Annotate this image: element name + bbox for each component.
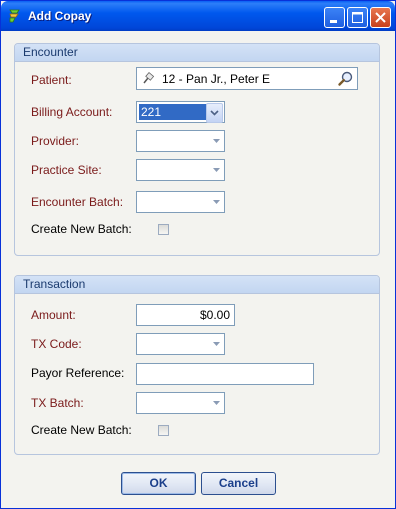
provider-select[interactable] (136, 130, 225, 152)
patient-value: 12 - Pan Jr., Peter E (162, 72, 271, 86)
tx-code-select[interactable] (136, 333, 225, 355)
chevron-down-icon[interactable] (208, 131, 224, 151)
patient-label: Patient: (31, 73, 72, 87)
add-copay-dialog: Add Copay Encounter Patient: 12 - Pan Jr… (0, 0, 396, 509)
create-new-batch-checkbox[interactable] (158, 224, 169, 235)
chevron-down-icon[interactable] (208, 160, 224, 180)
transaction-group-title: Transaction (15, 276, 379, 294)
billing-account-label: Billing Account: (31, 105, 113, 119)
close-button[interactable] (370, 7, 391, 28)
practice-site-select[interactable] (136, 159, 225, 181)
tx-batch-label: TX Batch: (31, 396, 84, 410)
magnifier-icon[interactable] (337, 70, 354, 90)
title-bar[interactable]: Add Copay (1, 1, 395, 31)
encounter-batch-label: Encounter Batch: (31, 195, 124, 209)
encounter-batch-select[interactable] (136, 191, 225, 213)
encounter-group-title: Encounter (15, 44, 379, 62)
tx-code-label: TX Code: (31, 337, 82, 351)
ok-button[interactable]: OK (121, 472, 196, 495)
app-icon (7, 8, 23, 24)
chevron-down-icon[interactable] (208, 393, 224, 413)
tx-batch-select[interactable] (136, 392, 225, 414)
maximize-icon (352, 12, 363, 23)
maximize-button[interactable] (347, 7, 368, 28)
create-new-batch-label: Create New Batch: (31, 222, 132, 236)
pin-icon[interactable] (140, 71, 156, 90)
payor-reference-input[interactable] (136, 363, 314, 385)
cancel-button[interactable]: Cancel (201, 472, 276, 495)
minimize-icon (330, 20, 337, 23)
close-icon (375, 12, 386, 23)
encounter-group: Encounter Patient: 12 - Pan Jr., Peter E… (14, 43, 380, 256)
payor-reference-label: Payor Reference: (31, 366, 125, 380)
chevron-down-icon[interactable] (206, 103, 223, 123)
billing-account-value: 221 (139, 104, 207, 120)
minimize-button[interactable] (324, 7, 345, 28)
provider-label: Provider: (31, 134, 80, 148)
chevron-down-icon[interactable] (208, 334, 224, 354)
practice-site-label: Practice Site: (31, 163, 102, 177)
transaction-group: Transaction Amount: $0.00 TX Code: Payor… (14, 275, 380, 455)
amount-value: $0.00 (199, 308, 230, 322)
tx-create-new-batch-label: Create New Batch: (31, 423, 132, 437)
tx-create-new-batch-checkbox[interactable] (158, 425, 169, 436)
window-title: Add Copay (28, 9, 92, 23)
patient-field[interactable]: 12 - Pan Jr., Peter E (136, 67, 358, 90)
billing-account-select[interactable]: 221 (136, 101, 225, 123)
amount-input[interactable]: $0.00 (136, 304, 235, 326)
amount-label: Amount: (31, 308, 76, 322)
chevron-down-icon[interactable] (208, 192, 224, 212)
